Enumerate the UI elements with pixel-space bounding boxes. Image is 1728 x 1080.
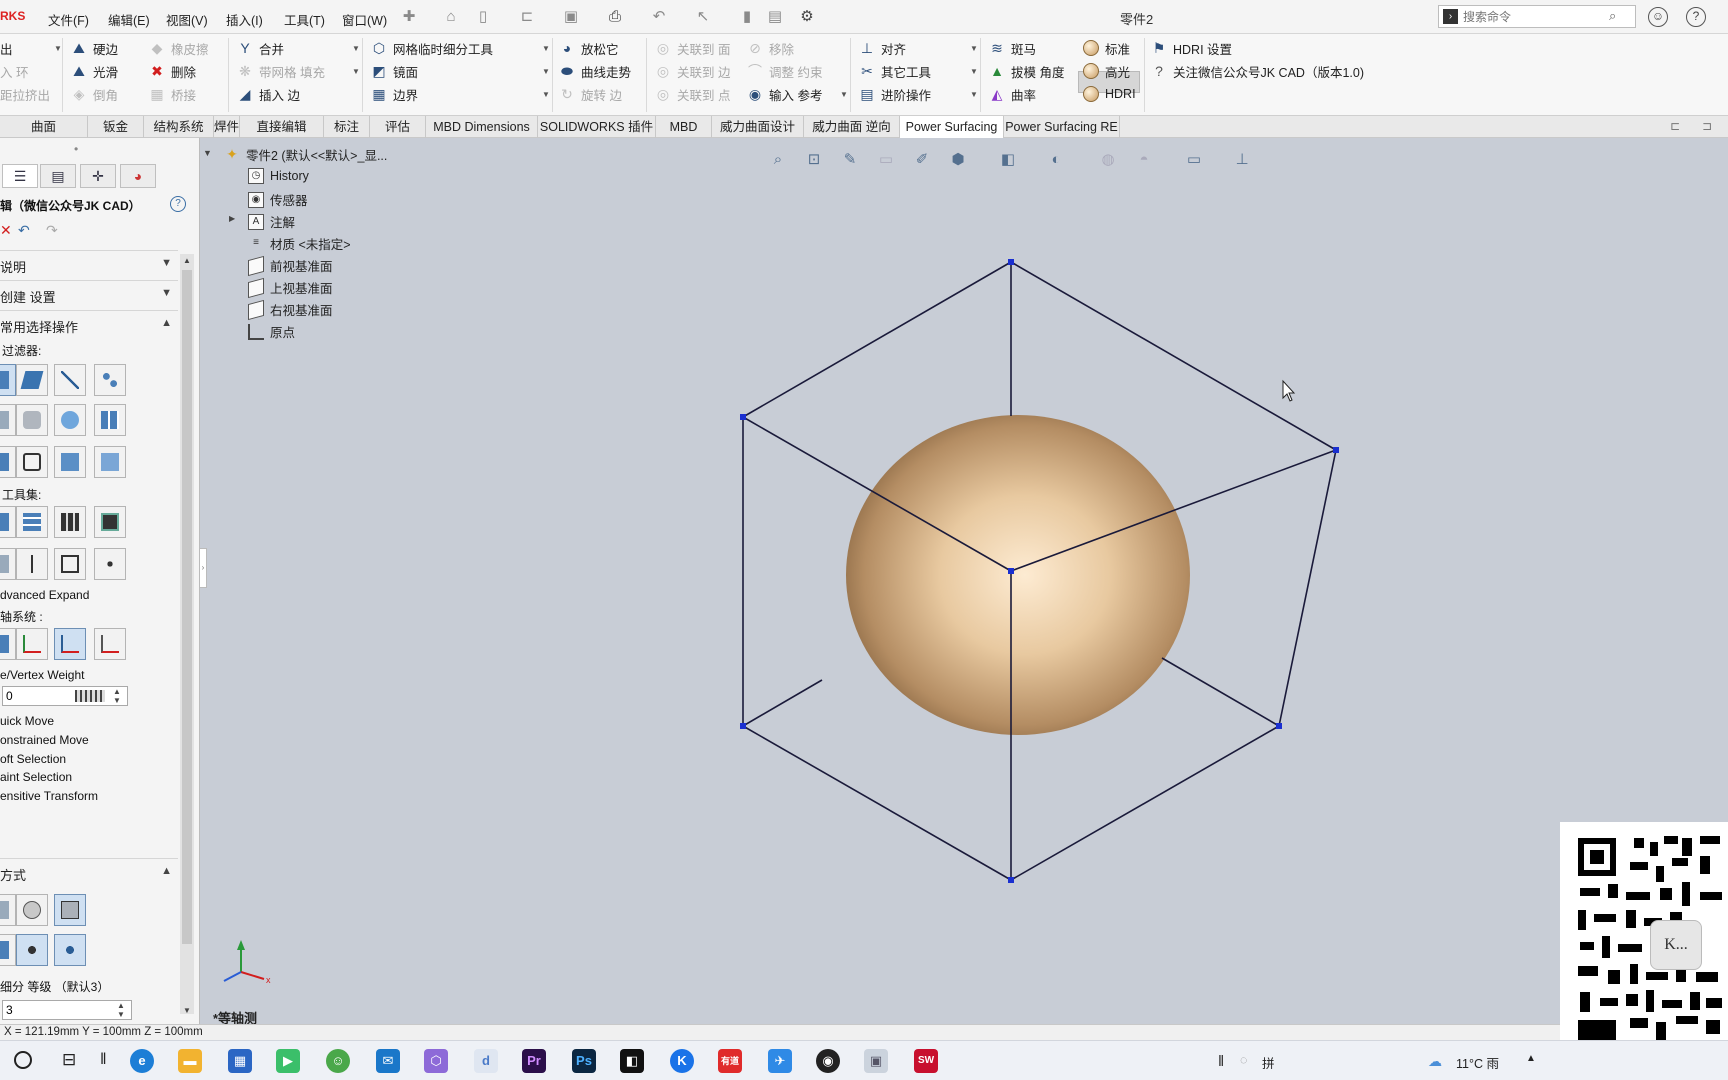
svg-text:x: x [266,975,271,985]
tree-item-history[interactable]: ◷ History [248,168,309,184]
previous-view-icon[interactable]: ✎ [840,150,860,170]
tray-separator-icon: ‖ [1218,1053,1225,1070]
ime-label[interactable]: 拼 [1262,1053,1275,1072]
tree-collapse-icon[interactable]: ▼ [203,148,212,158]
display-style-icon[interactable]: ◧ [998,150,1018,170]
tree-item-label: 传感器 [270,194,308,208]
edit-appearance-icon[interactable]: ◍ [1098,150,1118,170]
wechat-icon[interactable]: ☺ [326,1049,350,1073]
cage-vertex[interactable] [740,414,746,420]
view-orientation-icon[interactable]: ⬢ [948,150,968,170]
weather-icon[interactable]: ☁ [1428,1053,1442,1070]
windows-taskbar: ⊟ ‖ e ▬ ▦ ▶ ☺ ✉ ⬡ d Pr Ps ◧ K 有道 ✈ ◉ ▣ S… [0,1040,1728,1080]
zoom-area-icon[interactable]: ⊡ [804,150,824,170]
solidworks-icon[interactable]: SW [914,1049,938,1073]
origin-icon [248,323,264,340]
plane-icon [248,277,264,298]
annotation-icon: A [248,213,264,230]
subdivision-sphere[interactable] [846,415,1190,735]
qr-code-image: K... [1560,822,1728,1040]
dynamic-annotation-icon[interactable]: ✐ [912,150,932,170]
tree-item-annotations[interactable]: A 注解 [248,212,295,231]
premiere-icon[interactable]: Pr [522,1049,546,1073]
mail-icon[interactable]: ✉ [376,1049,400,1073]
cage-vertex[interactable] [1008,568,1014,574]
k-app-icon[interactable]: K [670,1049,694,1073]
cage-vertex[interactable] [1333,447,1339,453]
plane-icon [248,255,264,276]
separator-icon: ‖ [100,1051,107,1068]
tree-item-label: 材质 <未指定> [270,238,351,252]
cage-vertex[interactable] [740,723,746,729]
tree-expand-icon[interactable]: ▶ [229,214,235,223]
zoom-to-fit-icon[interactable]: ⌕ [768,150,788,170]
app-hexagon-icon[interactable]: ⬡ [424,1049,448,1073]
tree-item-label: 原点 [270,326,296,340]
tree-item-material[interactable]: ≡ 材质 <未指定> [248,234,351,253]
youdao-icon[interactable]: 有道 [718,1049,742,1073]
search-circle-icon[interactable] [14,1051,32,1069]
plane-icon [248,299,264,320]
rotate-view-icon[interactable]: ⊥ [1232,150,1252,170]
part-icon: ✦ [226,145,238,162]
media-player-icon[interactable]: ▶ [276,1049,300,1073]
dingtalk-icon[interactable]: d [474,1049,498,1073]
tray-expand-icon[interactable]: ▲ [1526,1053,1536,1064]
feishu-icon[interactable]: ✈ [768,1049,792,1073]
tree-item-right-plane[interactable]: 右视基准面 [248,299,333,320]
apply-scene-icon[interactable]: ◓ [1134,150,1154,170]
tree-root-part[interactable]: ✦ 零件2 (默认<<默认>_显... [224,145,387,164]
section-view-icon[interactable]: ▭ [876,150,896,170]
qr-logo-badge: K... [1650,920,1702,970]
store-icon[interactable]: ▦ [228,1049,252,1073]
axis-triad-icon: x [223,940,271,985]
qr-code-pattern [1578,836,1722,1040]
weather-label[interactable]: 11°C 雨 [1456,1053,1499,1072]
tray-ime-icon[interactable]: ◌ [1240,1053,1247,1067]
view-settings-icon[interactable]: ▭ [1184,150,1204,170]
tree-item-label: 注解 [270,216,296,230]
tree-root-label: 零件2 (默认<<默认>_显... [246,149,388,163]
tree-item-label: 上视基准面 [270,282,333,296]
tree-item-sensors[interactable]: ◉ 传感器 [248,190,308,209]
video-editor-icon[interactable]: ◧ [620,1049,644,1073]
mouse-cursor-icon [1282,379,1296,402]
edge-browser-icon[interactable]: e [130,1049,154,1073]
tree-item-front-plane[interactable]: 前视基准面 [248,255,333,276]
obs-icon[interactable]: ◉ [816,1049,840,1073]
tree-item-label: 右视基准面 [270,304,333,318]
tree-item-label: History [270,169,309,183]
sensor-icon: ◉ [248,191,264,208]
task-view-icon[interactable]: ⊟ [62,1050,76,1070]
image-viewer-icon[interactable]: ▣ [864,1049,888,1073]
tree-item-label: 前视基准面 [270,260,333,274]
file-explorer-icon[interactable]: ▬ [178,1049,202,1073]
cage-vertex[interactable] [1276,723,1282,729]
status-bar: X = 121.19mm Y = 100mm Z = 100mm [0,1024,1560,1040]
material-icon: ≡ [253,236,259,248]
history-icon: ◷ [248,168,264,184]
hide-show-items-icon[interactable]: ◐ [1046,150,1066,170]
tree-item-origin[interactable]: 原点 [248,322,295,341]
tree-item-top-plane[interactable]: 上视基准面 [248,277,333,298]
cage-vertex[interactable] [1008,877,1014,883]
cage-vertex[interactable] [1008,259,1014,265]
photoshop-icon[interactable]: Ps [572,1049,596,1073]
